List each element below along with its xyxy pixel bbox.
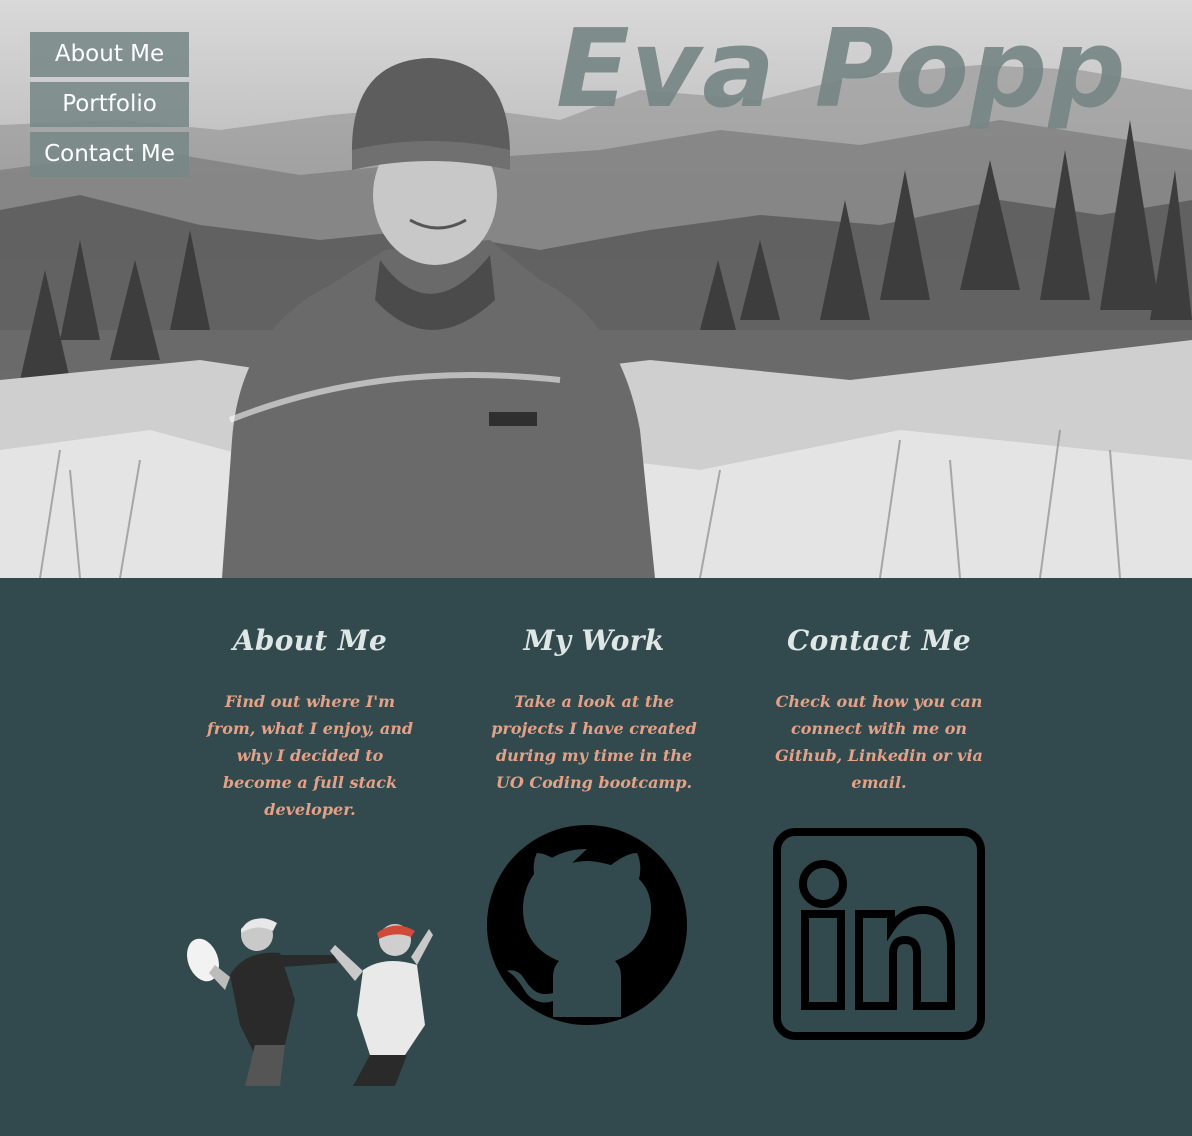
github-icon[interactable] — [486, 825, 688, 1025]
hero-banner: About Me Portfolio Contact Me Eva Popp — [0, 0, 1192, 578]
nav-portfolio-button[interactable]: Portfolio — [30, 82, 189, 127]
contact-section: Contact Me Check out how you can connect… — [766, 624, 992, 796]
linkedin-icon[interactable] — [773, 828, 985, 1040]
contact-heading: Contact Me — [787, 624, 971, 657]
about-description: Find out where I'm from, what I enjoy, a… — [206, 692, 414, 819]
contact-description: Check out how you can connect with me on… — [775, 692, 983, 792]
nav-contact-me-button[interactable]: Contact Me — [30, 132, 189, 177]
main-nav: About Me Portfolio Contact Me — [30, 32, 189, 182]
work-heading: My Work — [523, 624, 665, 657]
about-heading: About Me — [232, 624, 388, 657]
work-section: My Work Take a look at the projects I ha… — [478, 624, 710, 796]
nav-about-me-button[interactable]: About Me — [30, 32, 189, 77]
about-section: About Me Find out where I'm from, what I… — [195, 624, 425, 823]
site-title: Eva Popp — [556, 7, 1127, 132]
about-me-image[interactable] — [185, 905, 437, 1086]
work-description: Take a look at the projects I have creat… — [491, 692, 697, 792]
